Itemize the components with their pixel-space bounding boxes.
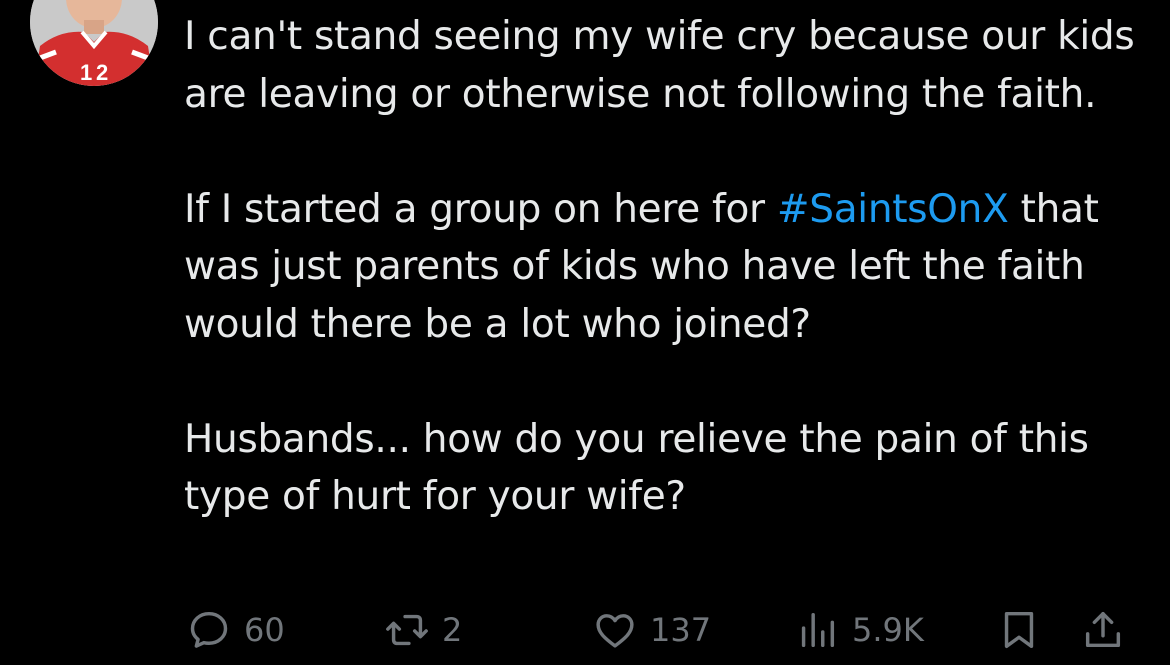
like-button[interactable]: 137 bbox=[592, 604, 711, 656]
heart-icon bbox=[592, 607, 638, 653]
reply-icon bbox=[186, 607, 232, 653]
tweet-actions-bar: 60 2 137 5.9K bbox=[186, 604, 1146, 656]
retweet-count: 2 bbox=[442, 611, 463, 649]
tweet-paragraph-2: If I started a group on here for #Saints… bbox=[184, 181, 1144, 354]
paragraph-2-text-before: If I started a group on here for bbox=[184, 186, 777, 232]
reply-count: 60 bbox=[244, 611, 285, 649]
share-button[interactable] bbox=[1080, 604, 1126, 656]
views-chart-icon bbox=[794, 607, 840, 653]
retweet-button[interactable]: 2 bbox=[384, 604, 462, 656]
like-count: 137 bbox=[650, 611, 712, 649]
share-icon bbox=[1080, 607, 1126, 653]
avatar-illustration: 1 2 bbox=[30, 0, 158, 86]
svg-text:1: 1 bbox=[80, 60, 92, 85]
svg-text:2: 2 bbox=[96, 60, 108, 85]
tweet-paragraph-3: Husbands... how do you relieve the pain … bbox=[184, 416, 1089, 520]
hashtag-link[interactable]: #SaintsOnX bbox=[777, 187, 1009, 232]
view-count: 5.9K bbox=[852, 611, 924, 649]
tweet-paragraph-1: I can't stand seeing my wife cry because… bbox=[184, 14, 1135, 117]
tweet: 1 2 I can't stand seeing my wife cry bec… bbox=[0, 0, 1170, 665]
retweet-icon bbox=[384, 607, 430, 653]
bookmark-icon bbox=[996, 607, 1042, 653]
bookmark-button[interactable] bbox=[996, 604, 1042, 656]
tweet-body: I can't stand seeing my wife cry because… bbox=[184, 8, 1144, 526]
views-button[interactable]: 5.9K bbox=[794, 604, 924, 656]
avatar[interactable]: 1 2 bbox=[30, 0, 158, 86]
reply-button[interactable]: 60 bbox=[186, 604, 285, 656]
